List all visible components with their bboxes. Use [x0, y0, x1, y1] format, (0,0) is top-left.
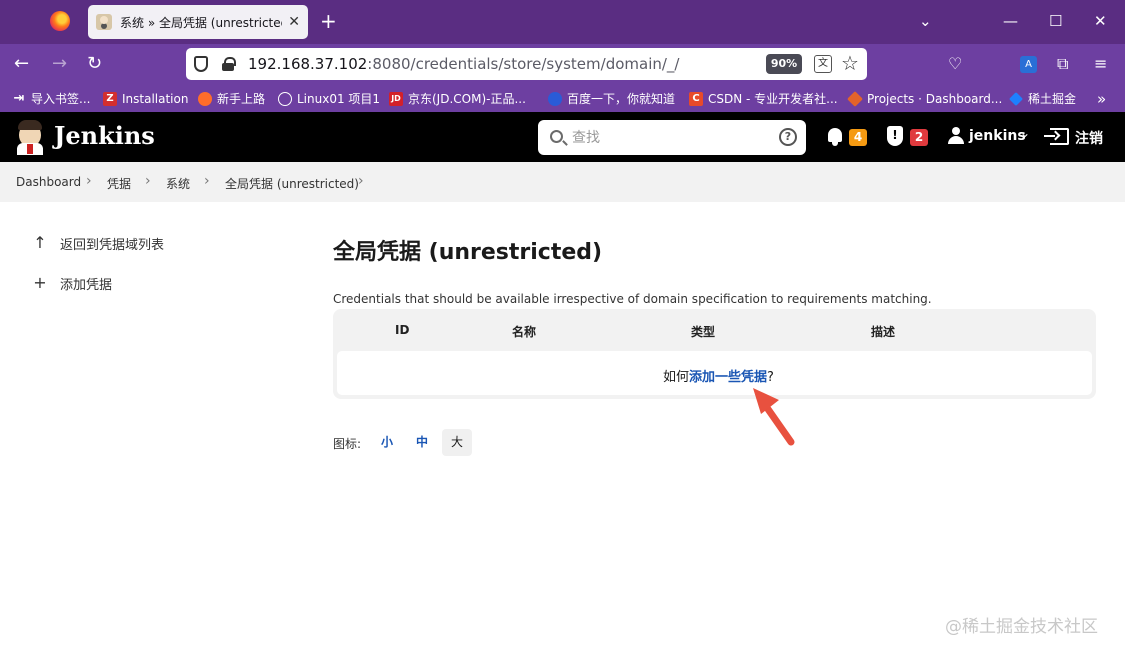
browser-nav-bar: ← → ↻ 192.168.37.102:8080/credentials/st… — [0, 44, 1125, 85]
breadcrumb-separator-icon: › — [145, 173, 151, 189]
chevron-down-icon[interactable]: ⌄ — [1020, 126, 1030, 140]
search-input[interactable] — [572, 126, 772, 149]
bookmark-item[interactable]: C CSDN - 专业开发者社... — [689, 90, 838, 107]
bookmark-item[interactable]: Projects · Dashboard... — [847, 90, 1002, 107]
sidebar-item-label: 返回到凭据域列表 — [60, 237, 165, 253]
column-header-id[interactable]: ID — [395, 323, 409, 337]
bookmark-item[interactable]: 百度一下，你就知道 — [548, 90, 675, 107]
jenkins-logo-icon[interactable] — [16, 119, 44, 155]
bookmark-item[interactable]: 稀土掘金 — [1009, 90, 1076, 107]
zoom-level-badge[interactable]: 90% — [766, 54, 802, 74]
notifications-count-badge[interactable]: 4 — [849, 129, 867, 146]
column-header-name[interactable]: 名称 — [512, 323, 536, 340]
arrow-up-icon: ↑ — [33, 233, 47, 252]
back-arrow-icon[interactable]: ← — [14, 53, 29, 75]
forward-arrow-icon[interactable]: → — [52, 53, 67, 75]
jenkins-favicon-icon — [96, 14, 112, 30]
import-icon: ⇥ — [13, 90, 25, 106]
sidebar-item-label: 添加凭据 — [60, 277, 113, 293]
jenkins-header: Jenkins ? 4 ! 2 jenkins ⌄ 注销 — [0, 112, 1125, 162]
translate-extension-icon[interactable]: A — [1020, 56, 1037, 73]
column-header-type[interactable]: 类型 — [691, 323, 715, 340]
table-row-empty: 如何添加一些凭据? — [337, 351, 1092, 395]
icon-size-medium[interactable]: 中 — [407, 429, 437, 456]
baidu-paw-icon — [548, 91, 562, 106]
annotation-arrow-icon — [753, 388, 795, 446]
page-title: 全局凭据 (unrestricted) — [333, 240, 603, 265]
browser-tab[interactable]: 系统 » 全局凭据 (unrestricted) ✕ — [88, 5, 308, 39]
tracking-shield-icon[interactable] — [194, 56, 208, 72]
browser-tab-bar: 系统 » 全局凭据 (unrestricted) ✕ + ⌄ — ☐ ✕ — [0, 0, 1125, 44]
breadcrumb-separator-icon: › — [86, 173, 92, 189]
bookmark-item[interactable]: Z Installation — [103, 90, 188, 107]
sidebar-item-add-credential[interactable]: + 添加凭据 — [32, 273, 112, 293]
breadcrumb-item-credentials[interactable]: 凭据 — [107, 175, 131, 192]
user-menu[interactable]: jenkins — [969, 128, 1026, 144]
icon-size-label: 图标: — [333, 437, 362, 451]
bookmark-item[interactable]: JD 京东(JD.COM)-正品... — [389, 90, 526, 107]
pocket-icon[interactable]: ♡ — [948, 54, 962, 74]
breadcrumb-item-system[interactable]: 系统 — [166, 175, 190, 192]
close-window-icon[interactable]: ✕ — [1094, 12, 1107, 30]
bookmarks-bar: ⇥ 导入书签... Z Installation 新手上路 Linux01 项目… — [0, 85, 1125, 112]
tab-title: 系统 » 全局凭据 (unrestricted) — [120, 15, 283, 30]
breadcrumb: Dashboard › 凭据 › 系统 › 全局凭据 (unrestricted… — [0, 162, 1125, 202]
bookmarks-overflow-icon[interactable]: » — [1097, 90, 1106, 108]
tab-list-chevron-icon[interactable]: ⌄ — [919, 12, 932, 30]
bookmark-item[interactable]: ⇥ 导入书签... — [12, 90, 91, 107]
column-header-description[interactable]: 描述 — [871, 323, 895, 340]
breadcrumb-item-dashboard[interactable]: Dashboard — [16, 175, 81, 189]
plus-icon: + — [33, 273, 47, 292]
security-shield-icon[interactable]: ! — [887, 126, 903, 146]
bookmark-item[interactable]: 新手上路 — [198, 90, 265, 107]
firefox-icon — [198, 91, 212, 106]
zotero-icon: Z — [103, 91, 117, 106]
breadcrumb-separator-icon: › — [204, 173, 210, 189]
csdn-icon: C — [689, 91, 703, 106]
jd-icon: JD — [389, 91, 403, 106]
bookmark-star-icon[interactable]: ☆ — [841, 52, 859, 74]
url-bar[interactable]: 192.168.37.102:8080/credentials/store/sy… — [186, 48, 867, 80]
bookmark-item[interactable]: Linux01 项目1 — [278, 90, 380, 107]
extensions-puzzle-icon[interactable]: ⧉ — [1057, 54, 1068, 74]
jenkins-brand-name[interactable]: Jenkins — [54, 121, 155, 150]
globe-icon — [278, 91, 292, 106]
breadcrumb-item-global-credentials[interactable]: 全局凭据 (unrestricted) — [225, 175, 359, 192]
close-tab-icon[interactable]: ✕ — [288, 14, 300, 30]
icon-size-large[interactable]: 大 — [442, 429, 473, 456]
logout-icon[interactable] — [1044, 128, 1069, 145]
search-icon — [550, 130, 563, 143]
maximize-window-icon[interactable]: ☐ — [1049, 12, 1062, 30]
sidebar-item-back-to-domains[interactable]: ↑ 返回到凭据域列表 — [32, 233, 164, 253]
gitlab-icon — [847, 90, 863, 107]
user-icon[interactable] — [948, 127, 964, 145]
security-count-badge[interactable]: 2 — [910, 129, 928, 146]
minimize-window-icon[interactable]: — — [1003, 12, 1018, 30]
url-text[interactable]: 192.168.37.102:8080/credentials/store/sy… — [248, 55, 679, 73]
reload-icon[interactable]: ↻ — [87, 53, 102, 75]
help-icon[interactable]: ? — [779, 128, 797, 146]
firefox-icon[interactable] — [50, 11, 70, 31]
translate-page-icon[interactable]: 文 — [814, 55, 832, 73]
breadcrumb-separator-icon[interactable]: › — [358, 173, 364, 189]
page-description: Credentials that should be available irr… — [333, 292, 932, 306]
insecure-lock-icon[interactable] — [222, 57, 236, 71]
credentials-table: ID 名称 类型 描述 如何添加一些凭据? — [333, 309, 1096, 399]
hamburger-menu-icon[interactable]: ≡ — [1094, 54, 1107, 74]
icon-size-small[interactable]: 小 — [372, 429, 402, 456]
logout-link[interactable]: 注销 — [1075, 128, 1103, 148]
search-box: ? — [538, 120, 806, 155]
new-tab-button[interactable]: + — [320, 10, 337, 32]
juejin-icon — [1009, 91, 1023, 106]
watermark: @稀土掘金技术社区 — [945, 617, 1098, 637]
notifications-bell-icon[interactable] — [826, 127, 844, 147]
